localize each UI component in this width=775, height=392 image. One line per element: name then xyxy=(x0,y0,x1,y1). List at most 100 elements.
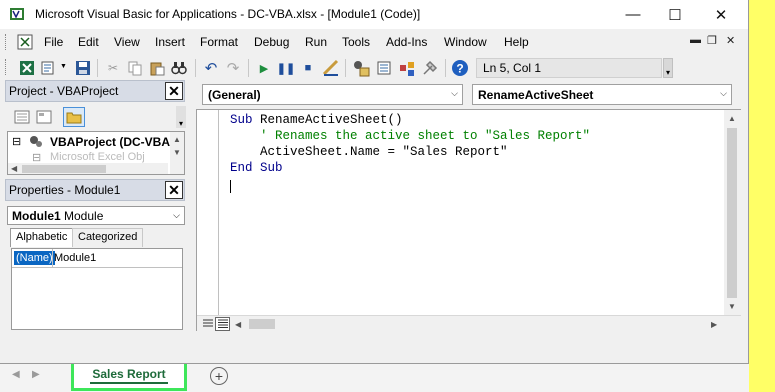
grid-divider xyxy=(12,267,182,268)
object-browser-icon[interactable] xyxy=(398,59,416,77)
scroll-left-icon[interactable]: ◀ xyxy=(11,164,17,173)
object-combo[interactable]: (General) ⌵ xyxy=(202,84,463,105)
mdi-minimize-button[interactable]: ▬ xyxy=(690,34,701,46)
code-line-1[interactable]: Sub RenameActiveSheet() xyxy=(230,113,403,127)
procedure-combo-value: RenameActiveSheet xyxy=(478,88,594,102)
sheet-nav-prev-icon[interactable]: ◀ xyxy=(12,369,20,380)
excel-view-icon[interactable] xyxy=(16,34,34,50)
sheet-tab-sales-report[interactable]: Sales Report xyxy=(71,360,187,391)
find-icon[interactable] xyxy=(170,59,188,77)
menu-grip[interactable] xyxy=(5,34,9,50)
text-caret xyxy=(230,180,231,193)
window-title: Microsoft Visual Basic for Applications … xyxy=(35,7,421,21)
sheet-nav-next-icon[interactable]: ▶ xyxy=(32,369,40,380)
chevron-down-icon[interactable]: ⌵ xyxy=(451,88,458,99)
chevron-down-icon[interactable]: ⌵ xyxy=(720,88,727,99)
code-editor[interactable]: Sub RenameActiveSheet() ' Renames the ac… xyxy=(196,109,741,331)
menu-bar: File Edit View Insert Format Debug Run T… xyxy=(0,30,748,54)
property-name-cell[interactable]: (Name) xyxy=(14,251,55,265)
add-sheet-button[interactable]: + xyxy=(210,367,228,385)
code-vertical-scrollbar[interactable]: ▲ ▼ xyxy=(724,110,741,315)
menu-debug[interactable]: Debug xyxy=(254,35,289,49)
view-object-icon[interactable] xyxy=(35,108,53,126)
toolbox-icon[interactable] xyxy=(421,59,439,77)
tree-item-excel-objects[interactable]: Microsoft Excel Obj xyxy=(50,151,145,163)
project-tree-hscroll[interactable]: ◀ xyxy=(8,163,168,174)
procedure-combo[interactable]: RenameActiveSheet ⌵ xyxy=(472,84,732,105)
paste-icon[interactable] xyxy=(148,59,166,77)
svg-text:?: ? xyxy=(456,62,463,76)
scroll-thumb[interactable] xyxy=(22,165,106,173)
project-explorer-icon[interactable] xyxy=(352,59,370,77)
tree-collapse-icon[interactable]: ⊟ xyxy=(12,135,21,148)
properties-icon[interactable] xyxy=(375,59,393,77)
cut-icon[interactable]: ✂ xyxy=(104,59,122,77)
design-mode-icon[interactable] xyxy=(322,59,340,77)
minimize-button[interactable]: — xyxy=(610,0,656,29)
properties-object-select[interactable]: Module1 Module ⌵ xyxy=(7,206,185,225)
toolbar-grip[interactable] xyxy=(5,59,9,75)
scroll-right-icon[interactable]: ▶ xyxy=(711,320,717,329)
tree-item-vbaproject[interactable]: VBAProject (DC-VBA. xyxy=(50,135,173,149)
toolbar-separator xyxy=(195,59,196,77)
reset-icon[interactable]: ■ xyxy=(299,59,317,77)
code-horizontal-scrollbar[interactable]: ◀ ▶ xyxy=(197,315,741,331)
code-keyword: Sub xyxy=(230,113,253,127)
maximize-button[interactable]: ☐ xyxy=(652,0,698,29)
tab-alphabetic[interactable]: Alphabetic xyxy=(10,228,74,247)
view-code-icon[interactable] xyxy=(13,108,31,126)
insert-module-icon[interactable] xyxy=(40,59,58,77)
scroll-left-icon[interactable]: ◀ xyxy=(235,320,241,329)
scroll-up-icon[interactable]: ▲ xyxy=(173,135,181,144)
scroll-down-icon[interactable]: ▼ xyxy=(728,302,736,311)
run-icon[interactable]: ▶ xyxy=(255,59,273,77)
copy-icon[interactable] xyxy=(126,59,144,77)
menu-file[interactable]: File xyxy=(44,35,63,49)
undo-icon[interactable]: ↶ xyxy=(202,59,220,77)
help-icon[interactable]: ? xyxy=(451,59,469,77)
full-module-view-icon[interactable] xyxy=(215,317,230,331)
menu-edit[interactable]: Edit xyxy=(78,35,99,49)
vba-editor-window: Microsoft Visual Basic for Applications … xyxy=(0,0,749,364)
properties-object-type: Module xyxy=(64,209,104,223)
project-pane-close-button[interactable]: ✕ xyxy=(165,82,183,100)
redo-icon[interactable]: ↷ xyxy=(224,59,242,77)
toolbar-separator xyxy=(248,59,249,77)
insert-dropdown-icon[interactable]: ▼ xyxy=(60,63,67,70)
toggle-folders-icon[interactable] xyxy=(63,107,85,127)
code-line-3[interactable]: ActiveSheet.Name = "Sales Report" xyxy=(230,145,508,159)
save-icon[interactable] xyxy=(74,59,92,77)
menu-run[interactable]: Run xyxy=(305,35,327,49)
scroll-down-icon[interactable]: ▼ xyxy=(173,148,181,157)
project-tree: ⊟ VBAProject (DC-VBA. ⊟ Microsoft Excel … xyxy=(7,131,185,175)
properties-pane-close-button[interactable]: ✕ xyxy=(165,181,183,199)
sheet-tab-label: Sales Report xyxy=(90,367,168,384)
menu-tools[interactable]: Tools xyxy=(342,35,370,49)
project-toolbar-overflow[interactable]: ▾ xyxy=(176,106,186,128)
excel-icon[interactable] xyxy=(18,59,36,77)
mdi-restore-button[interactable]: ❐ xyxy=(707,34,717,47)
menu-window[interactable]: Window xyxy=(444,35,487,49)
code-margin-indicator-bar[interactable] xyxy=(197,110,219,315)
menu-view[interactable]: View xyxy=(114,35,140,49)
scroll-up-icon[interactable]: ▲ xyxy=(728,114,736,123)
menu-add-ins[interactable]: Add-Ins xyxy=(386,35,427,49)
break-icon[interactable]: ❚❚ xyxy=(277,59,295,77)
property-value-cell[interactable]: Module1 xyxy=(54,252,96,264)
close-button[interactable]: ✕ xyxy=(698,0,744,29)
code-line-2[interactable]: ' Renames the active sheet to "Sales Rep… xyxy=(230,129,590,143)
project-pane-title: Project - VBAProject xyxy=(9,84,119,98)
toolbar-overflow-button[interactable]: ▾ xyxy=(663,58,673,78)
menu-format[interactable]: Format xyxy=(200,35,238,49)
menu-insert[interactable]: Insert xyxy=(155,35,185,49)
vertical-scroll-thumb[interactable] xyxy=(727,128,737,298)
mdi-close-button[interactable]: ✕ xyxy=(726,34,735,47)
horizontal-scroll-thumb[interactable] xyxy=(249,319,275,329)
procedure-view-icon[interactable] xyxy=(200,317,215,331)
chevron-down-icon[interactable]: ⌵ xyxy=(173,210,180,221)
tab-categorized[interactable]: Categorized xyxy=(72,228,144,247)
code-line-4[interactable]: End Sub xyxy=(230,161,283,175)
project-tree-vscroll[interactable]: ▲ ▼ xyxy=(170,132,184,174)
project-pane-header: Project - VBAProject ✕ xyxy=(5,80,185,102)
menu-help[interactable]: Help xyxy=(504,35,529,49)
